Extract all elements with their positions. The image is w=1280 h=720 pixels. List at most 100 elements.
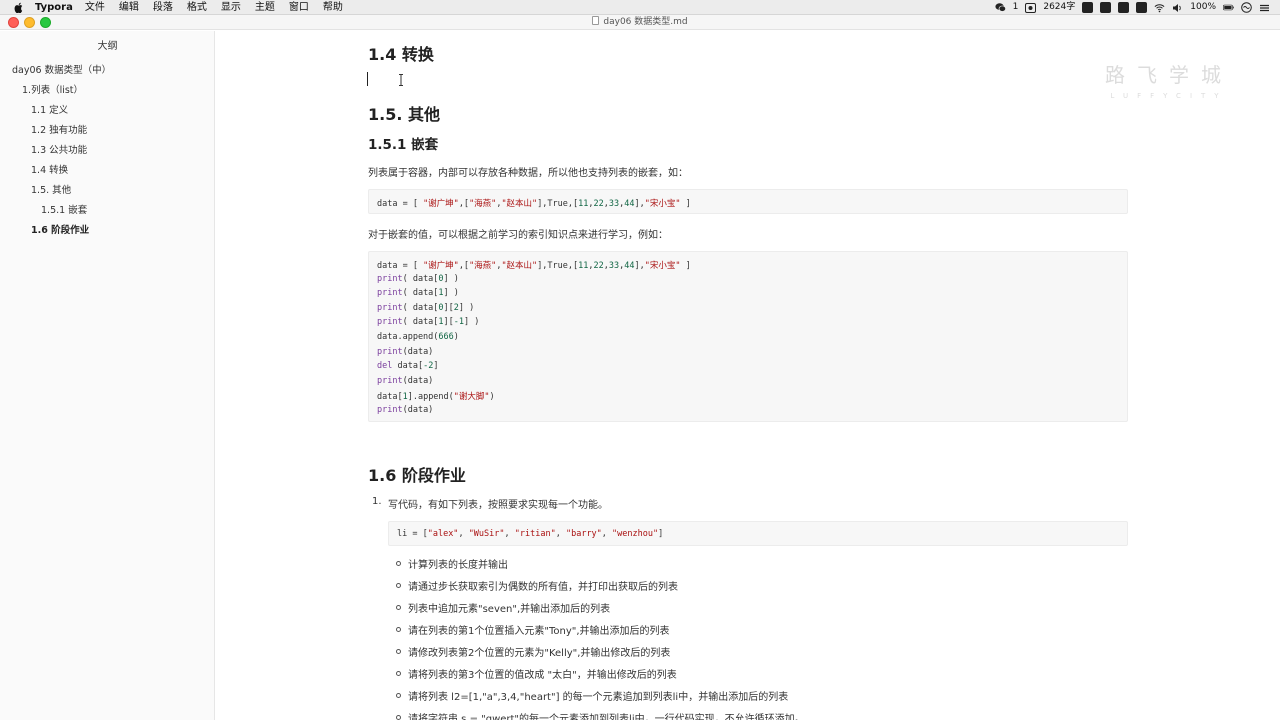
code-token: li = [	[397, 529, 428, 539]
outline-item-1-1[interactable]: 1.1 定义	[31, 102, 68, 116]
code-line[interactable]: print( data[1] )	[377, 288, 459, 298]
screen-record-icon[interactable]	[1025, 2, 1037, 13]
battery-icon[interactable]	[1223, 2, 1234, 13]
code-token: 33	[608, 199, 620, 209]
ordered-list-number: 1.	[372, 496, 382, 507]
paragraph-index-intro[interactable]: 对于嵌套的值，可以根据之前学习的索引知识点来进行学习，例如：	[368, 226, 668, 241]
word-count: 2624字	[1043, 2, 1076, 12]
menu-window[interactable]: 窗口	[289, 0, 309, 15]
code-token: "wenzhou"	[612, 529, 659, 539]
heading-1-5-1[interactable]: 1.5.1 嵌套	[368, 133, 438, 153]
heading-1-6[interactable]: 1.6 阶段作业	[368, 462, 466, 486]
task-list-item[interactable]: 请将字符串 s = "qwert"的每一个元素添加到列表li中，一行代码实现，不…	[408, 710, 805, 720]
bullet-icon	[396, 693, 401, 698]
code-block-li-list[interactable]: li = ["alex", "WuSir", "ritian", "barry"…	[388, 521, 1128, 546]
menu-edit[interactable]: 编辑	[119, 0, 139, 15]
code-line[interactable]: print(data)	[377, 376, 433, 386]
task-list-item[interactable]: 请在列表的第1个位置插入元素"Tony",并输出添加后的列表	[408, 622, 670, 637]
bullet-icon	[396, 561, 401, 566]
menu-bar: Typora 文件 编辑 段落 格式 显示 主题 窗口 帮助 1 2624字 1…	[0, 0, 1280, 15]
app-tray-icon-4[interactable]	[1136, 2, 1148, 13]
task-list-item[interactable]: 请通过步长获取索引为偶数的所有值，并打印出获取后的列表	[408, 578, 678, 593]
outline-item-day06[interactable]: day06 数据类型（中）	[12, 62, 111, 76]
app-tray-icon-3[interactable]	[1118, 2, 1130, 13]
document-title: day06 数据类型.md	[0, 15, 1280, 30]
code-token: "宋小宝"	[644, 261, 681, 271]
code-token: ,	[458, 529, 469, 539]
wifi-icon[interactable]	[1154, 2, 1165, 13]
ibeam-cursor-icon	[398, 71, 404, 86]
code-line[interactable]: del data[-2]	[377, 361, 438, 371]
task-list-item[interactable]: 请修改列表第2个位置的元素为"Kelly",并输出修改后的列表	[408, 644, 670, 659]
code-token: 11	[578, 199, 589, 209]
task-list-item[interactable]: 请将列表 l2=[1,"a",3,4,"heart"] 的每一个元素追加到列表l…	[408, 688, 788, 703]
code-token: ( data[	[402, 302, 439, 313]
code-line[interactable]: data.append(666)	[377, 332, 459, 342]
code-line[interactable]: data = [ "谢广坤",["海燕","赵本山"],True,[11,22,…	[377, 197, 691, 209]
code-token: print	[377, 375, 403, 386]
code-token: ],True,[	[537, 261, 579, 271]
bullet-icon	[396, 649, 401, 654]
outline-item-list[interactable]: 1.列表（list）	[22, 82, 83, 96]
code-token: )	[453, 332, 459, 342]
paragraph-nesting-intro[interactable]: 列表属于容器，内部可以存放各种数据，所以他也支持列表的嵌套，如：	[368, 164, 688, 179]
task-list-item[interactable]: 列表中追加元素"seven",并输出添加后的列表	[408, 600, 610, 615]
code-token: ] )	[443, 273, 459, 284]
apple-icon[interactable]	[13, 2, 25, 14]
code-token: ,	[601, 529, 613, 539]
task-list-item[interactable]: 请将列表的第3个位置的值改成 "太白"，并输出修改后的列表	[408, 666, 677, 681]
app-menu-typora[interactable]: Typora	[35, 0, 73, 15]
code-token: 44	[624, 199, 635, 209]
code-token: )	[489, 392, 495, 403]
code-line[interactable]: data = [ "谢广坤",["海燕","赵本山"],True,[11,22,…	[377, 259, 691, 271]
code-token: ] )	[458, 302, 475, 313]
app-tray-icon-2[interactable]	[1100, 2, 1112, 13]
outline-item-1-3[interactable]: 1.3 公共功能	[31, 142, 87, 156]
code-token: del	[377, 361, 393, 372]
outline-item-1-2[interactable]: 1.2 独有功能	[31, 122, 87, 136]
volume-icon[interactable]	[1172, 2, 1183, 13]
code-token: print	[377, 273, 403, 284]
code-line[interactable]: print(data)	[377, 405, 433, 415]
wechat-icon[interactable]	[995, 2, 1006, 13]
code-token: ]	[433, 361, 439, 372]
menu-format[interactable]: 格式	[187, 0, 207, 15]
watermark-en: LUFFYCITY	[1110, 92, 1228, 100]
menu-theme[interactable]: 主题	[255, 0, 275, 15]
outline-item-1-5-1[interactable]: 1.5.1 嵌套	[41, 202, 87, 216]
menu-file[interactable]: 文件	[85, 0, 105, 15]
code-line[interactable]: print( data[0][2] )	[377, 303, 474, 313]
menu-help[interactable]: 帮助	[323, 0, 343, 15]
code-line[interactable]: print(data)	[377, 347, 433, 357]
siri-icon[interactable]	[1241, 2, 1252, 13]
task-list-item[interactable]: 计算列表的长度并输出	[408, 556, 508, 571]
watermark-logo: 路飞学城 LUFFYCITY	[1105, 59, 1233, 100]
menu-view[interactable]: 显示	[221, 0, 241, 15]
code-line[interactable]: data[1].append("谢大脚")	[377, 390, 495, 402]
code-block-nested-list[interactable]: data = [ "谢广坤",["海燕","赵本山"],True,[11,22,…	[368, 189, 1128, 214]
heading-1-4[interactable]: 1.4 转换	[368, 41, 434, 65]
document-title-text: day06 数据类型.md	[603, 17, 688, 27]
code-line[interactable]: print( data[1][-1] )	[377, 317, 479, 327]
code-line[interactable]: print( data[0] )	[377, 274, 459, 284]
code-token: (data)	[402, 375, 434, 386]
code-line[interactable]: li = ["alex", "WuSir", "ritian", "barry"…	[397, 529, 663, 539]
app-tray-icon-1[interactable]	[1082, 2, 1094, 13]
menu-paragraph[interactable]: 段落	[153, 0, 173, 15]
code-token: ] )	[443, 288, 459, 299]
code-token: "谢广坤"	[423, 199, 459, 209]
outline-item-1-4[interactable]: 1.4 转换	[31, 162, 68, 176]
code-token: 44	[624, 261, 635, 271]
control-center-icon[interactable]	[1259, 2, 1270, 13]
code-token: ].append(	[407, 392, 454, 403]
editor-area[interactable]: 路飞学城 LUFFYCITY 1.4 转换 1.5. 其他 1.5.1 嵌套 列…	[216, 31, 1280, 720]
document-icon	[592, 16, 600, 25]
bullet-icon	[396, 605, 401, 610]
outline-item-1-5[interactable]: 1.5. 其他	[31, 182, 71, 196]
heading-1-5[interactable]: 1.5. 其他	[368, 101, 440, 125]
outline-item-1-6[interactable]: 1.6 阶段作业	[31, 222, 89, 236]
code-block-index-examples[interactable]: data = [ "谢广坤",["海燕","赵本山"],True,[11,22,…	[368, 251, 1128, 422]
code-token: 33	[608, 261, 620, 271]
battery-percent: 100%	[1190, 2, 1216, 12]
ordered-list-item-text[interactable]: 写代码，有如下列表，按照要求实现每一个功能。	[388, 496, 608, 511]
